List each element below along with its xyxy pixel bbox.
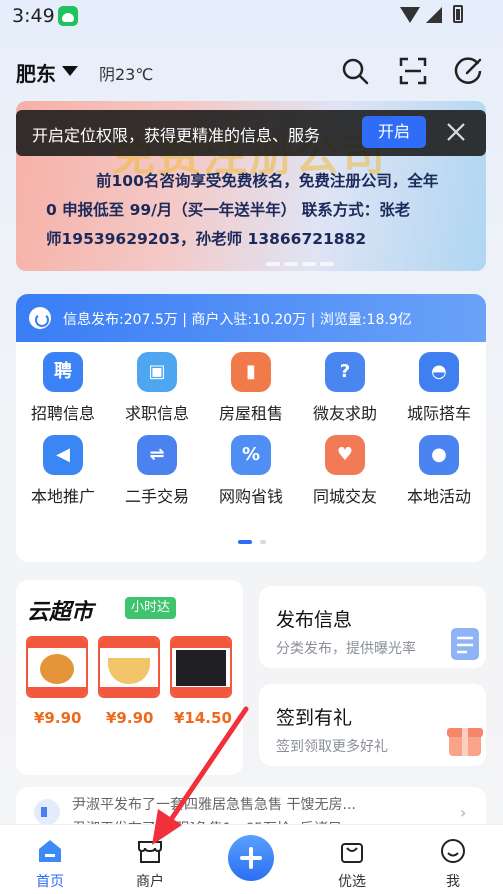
tab-label: 优选 — [338, 874, 366, 890]
market-tag: 小时达 — [125, 597, 177, 619]
stats-bar: 信息发布:207.5万 | 商户入驻:10.20万 | 浏览量:18.9亿 — [16, 294, 486, 342]
product-image[interactable] — [98, 636, 160, 698]
status-time: 3:49 — [12, 5, 55, 27]
icon-glyph: 聘 — [54, 361, 72, 382]
app-notification-icon — [58, 6, 78, 26]
status-bar: 3:49 — [0, 0, 503, 32]
product-image[interactable] — [26, 636, 88, 698]
icon-glyph: ⇌ — [149, 444, 165, 465]
document-icon — [451, 628, 479, 660]
enable-location-button[interactable]: 开启 — [362, 116, 426, 148]
location-pin-icon: ● — [419, 435, 459, 475]
tab-me[interactable]: 我 — [413, 825, 493, 894]
grid-item-label: 本地活动 — [406, 487, 471, 506]
grid-item-label: 本地推广 — [30, 487, 95, 506]
scan-icon[interactable] — [398, 56, 428, 86]
product-image[interactable] — [170, 636, 232, 698]
grid-item-label: 城际搭车 — [406, 404, 471, 423]
house-icon: ▮ — [231, 352, 271, 392]
grid-item-label: 二手交易 — [124, 487, 189, 506]
home-icon — [39, 840, 61, 862]
grid-item-label: 微友求助 — [312, 404, 377, 423]
icon-glyph: ● — [431, 444, 447, 465]
speaker-icon — [34, 799, 60, 825]
product-price: ¥9.90 — [34, 709, 82, 727]
publish-edit-icon[interactable] — [454, 56, 484, 86]
signin-reward-card[interactable]: 签到有礼 签到领取更多好礼 — [259, 684, 486, 766]
top-header: 肥东 阴23℃ — [0, 46, 503, 96]
grid-item[interactable]: ▣ 求职信息 — [110, 352, 204, 424]
exchange-icon: ⇌ — [137, 435, 177, 475]
tab-preferred[interactable]: 优选 — [312, 825, 392, 894]
gift-icon — [447, 728, 483, 756]
profile-icon — [441, 839, 465, 863]
category-card: 信息发布:207.5万 | 商户入驻:10.20万 | 浏览量:18.9亿 聘招… — [16, 294, 486, 562]
grid-item[interactable]: ? 微友求助 — [298, 352, 392, 424]
banner-line: 前100名咨询享受免费核名，免费注册公司，全年 — [96, 172, 439, 190]
recruit-icon: 聘 — [43, 352, 83, 392]
grid-item-label: 求职信息 — [124, 404, 189, 423]
wifi-icon — [400, 7, 420, 23]
stats-text: 信息发布:207.5万 | 商户入驻:10.20万 | 浏览量:18.9亿 — [63, 312, 412, 328]
grid-item[interactable]: ▮ 房屋租售 — [204, 352, 298, 424]
grid-item[interactable]: ♥ 同城交友 — [298, 435, 392, 507]
icon-glyph: ♥ — [336, 444, 354, 465]
grid-item[interactable]: 聘招聘信息 — [16, 352, 110, 424]
tab-label: 首页 — [36, 874, 64, 890]
tab-label: 商户 — [136, 874, 164, 890]
icon-glyph: ? — [339, 361, 351, 382]
signal-icon — [426, 7, 442, 23]
publish-card-subtitle: 分类发布，提供曝光率 — [276, 641, 416, 657]
grid-item[interactable]: ⇌ 二手交易 — [110, 435, 204, 507]
grid-item-label: 网购省钱 — [218, 487, 283, 506]
grid-item[interactable]: % 网购省钱 — [204, 435, 298, 507]
annotation-arrow — [152, 706, 249, 845]
grid-pager — [238, 540, 267, 545]
icon-glyph: ▮ — [246, 361, 256, 382]
market-title: 云超市 — [27, 600, 94, 625]
banner-line: 0 申报低至 99/月（买一年送半年） 联系方式：张老 — [46, 201, 411, 219]
tab-label: 我 — [446, 874, 460, 890]
signin-card-title: 签到有礼 — [276, 707, 353, 729]
grid-item[interactable]: ◀ 本地推广 — [16, 435, 110, 507]
caret-down-icon[interactable] — [62, 66, 78, 76]
heart-icon: ♥ — [325, 435, 365, 475]
signin-card-subtitle: 签到领取更多好礼 — [276, 739, 388, 755]
tab-home[interactable]: 首页 — [10, 825, 90, 894]
publish-card-title: 发布信息 — [276, 609, 353, 631]
help-icon: ? — [325, 352, 365, 392]
stats-icon — [29, 307, 51, 329]
chevron-right-icon[interactable]: › — [460, 803, 466, 822]
banner-line: 师19539629203，孙老师 13866721882 — [46, 230, 367, 248]
car-icon: ◓ — [419, 352, 459, 392]
megaphone-icon: ◀ — [43, 435, 83, 475]
weather-text: 阴23℃ — [99, 65, 154, 84]
icon-glyph: ◓ — [431, 361, 447, 382]
city-selector[interactable]: 肥东 — [16, 58, 56, 87]
publish-info-card[interactable]: 发布信息 分类发布，提供曝光率 — [259, 586, 486, 668]
grid-item-label: 房屋租售 — [218, 404, 283, 423]
location-permission-toast: 开启定位权限，获得更精准的信息、服务 开启 — [16, 110, 486, 156]
banner-pager — [266, 251, 338, 266]
banner-text: 前100名咨询享受免费核名，免费注册公司，全年 0 申报低至 99/月（买一年送… — [46, 167, 476, 254]
close-icon[interactable] — [443, 119, 469, 145]
discount-icon: % — [231, 435, 271, 475]
grid-item[interactable]: ◓ 城际搭车 — [392, 352, 486, 424]
grid-item-label: 同城交友 — [312, 487, 377, 506]
icon-glyph: % — [241, 444, 261, 465]
briefcase-icon: ▣ — [137, 352, 177, 392]
toast-message: 开启定位权限，获得更精准的信息、服务 — [32, 126, 321, 145]
battery-icon — [453, 5, 463, 23]
grid-item-label: 招聘信息 — [30, 404, 95, 423]
icon-glyph: ▣ — [148, 361, 166, 382]
icon-glyph: ◀ — [56, 444, 70, 465]
bag-icon — [341, 843, 363, 863]
search-icon[interactable] — [340, 56, 370, 86]
grid-item[interactable]: ● 本地活动 — [392, 435, 486, 507]
